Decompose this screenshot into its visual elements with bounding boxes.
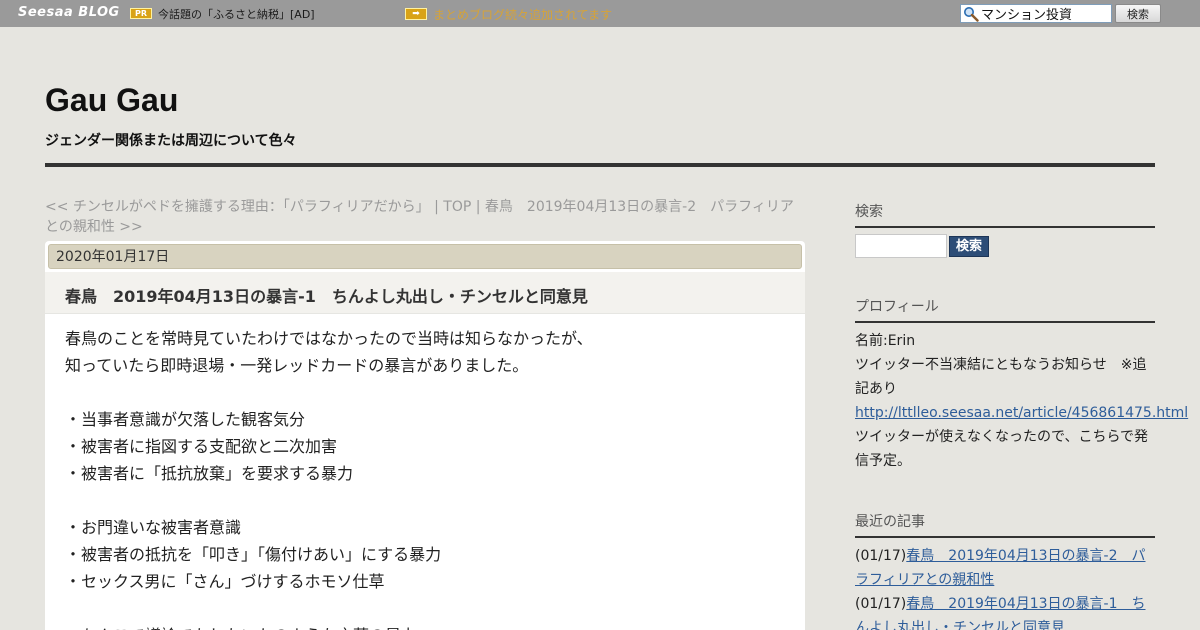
recent-articles-list: (01/17)春鳥 2019年04月13日の暴言-2 パラフィリアとの親和性 (… xyxy=(855,544,1155,630)
logo-blog-text: BLOG xyxy=(78,5,120,20)
sidebar-search-heading: 検索 xyxy=(855,201,1155,228)
article-line: ・被害者に「抵抗放棄」を要求する暴力 xyxy=(65,464,354,483)
recent-article-item: (01/17)春鳥 2019年04月13日の暴言-2 パラフィリアとの親和性 xyxy=(855,544,1155,592)
article-body: 春鳥のことを常時見ていたわけではなかったので当時は知らなかったが、 知っていたら… xyxy=(65,325,785,630)
article-line xyxy=(65,379,785,406)
top-search-input[interactable] xyxy=(981,5,1109,22)
matome-notice-link[interactable]: まとめブログ続々追加されてます xyxy=(433,6,612,23)
recent-article-item: (01/17)春鳥 2019年04月13日の暴言-1 ちんよし丸出し・チンセルと… xyxy=(855,592,1155,630)
article-pager: << チンセルがペドを擁護する理由：「パラフィリアだから」 | TOP | 春鳥… xyxy=(45,197,805,237)
profile-notice: ツイッター不当凍結にともなうお知らせ ※追記あり xyxy=(855,357,1147,397)
article-line: ・被害者の抵抗を「叩き」「傷付けあい」にする暴力 xyxy=(65,545,442,564)
article-line: ・お門違いな被害者意識 xyxy=(65,518,242,537)
article-line xyxy=(65,487,785,514)
article-title-bar: 春鳥 2019年04月13日の暴言-1 ちんよし丸出し・チンセルと同意見 xyxy=(45,272,805,314)
article-date: 2020年01月17日 xyxy=(48,244,802,269)
top-search-button[interactable]: 検索 xyxy=(1115,4,1161,23)
prev-article-link[interactable]: << チンセルがペドを擁護する理由：「パラフィリアだから」 xyxy=(45,199,430,215)
article-line: ・当事者意識が欠落した観客気分 xyxy=(65,410,306,429)
article-line: ・被害者に指図する支配欲と二次加害 xyxy=(65,437,338,456)
profile-section: 名前:Erin ツイッター不当凍結にともなうお知らせ ※追記あり http://… xyxy=(855,329,1188,473)
seesaa-blog-logo[interactable]: Seesaa BLOG xyxy=(18,5,120,20)
pr-badge: PR xyxy=(130,8,152,19)
pager-separator: | xyxy=(471,199,485,215)
article-line xyxy=(65,595,785,622)
profile-notice-link[interactable]: http://lttlleo.seesaa.net/article/456861… xyxy=(855,405,1188,421)
sidebar-profile-heading: プロフィール xyxy=(855,296,1155,323)
sidebar-recent-heading: 最近の記事 xyxy=(855,511,1155,538)
pr-ad-link[interactable]: 今話題の「ふるさと納税」[AD] xyxy=(158,6,315,22)
profile-note: ツイッターが使えなくなったので、こちらで発信予定。 xyxy=(855,429,1149,469)
recent-article-date: (01/17) xyxy=(855,596,907,612)
seesaa-top-bar: Seesaa BLOG PR 今話題の「ふるさと納税」[AD] ➡ まとめブログ続… xyxy=(0,0,1200,27)
top-link[interactable]: TOP xyxy=(443,199,471,215)
article-line: ・ちんこで議論でもしたいかのような言葉の暴力 xyxy=(65,622,785,630)
header-divider xyxy=(45,163,1155,167)
sidebar-search-input[interactable] xyxy=(855,234,947,258)
top-search-box xyxy=(960,4,1112,23)
article-title[interactable]: 春鳥 2019年04月13日の暴言-1 ちんよし丸出し・チンセルと同意見 xyxy=(65,283,588,307)
article-line: ・セックス男に「さん」づけするホモソ仕草 xyxy=(65,572,385,591)
profile-name: 名前:Erin xyxy=(855,333,916,349)
blog-title[interactable]: Gau Gau xyxy=(45,82,178,119)
recent-article-date: (01/17) xyxy=(855,548,907,564)
article-line: 春鳥のことを常時見ていたわけではなかったので当時は知らなかったが、 xyxy=(65,329,593,348)
article-line: 知っていたら即時退場・一発レッドカードの暴言がありました。 xyxy=(65,356,529,375)
sidebar-search-button[interactable]: 検索 xyxy=(949,236,989,257)
logo-seesaa-text: Seesaa xyxy=(18,5,74,20)
arrow-right-icon: ➡ xyxy=(405,8,427,20)
article: 2020年01月17日 春鳥 2019年04月13日の暴言-1 ちんよし丸出し・… xyxy=(45,241,805,630)
pager-separator: | xyxy=(429,199,444,215)
magnifier-icon xyxy=(964,7,979,22)
blog-description: ジェンダー関係または周辺について色々 xyxy=(45,133,297,149)
